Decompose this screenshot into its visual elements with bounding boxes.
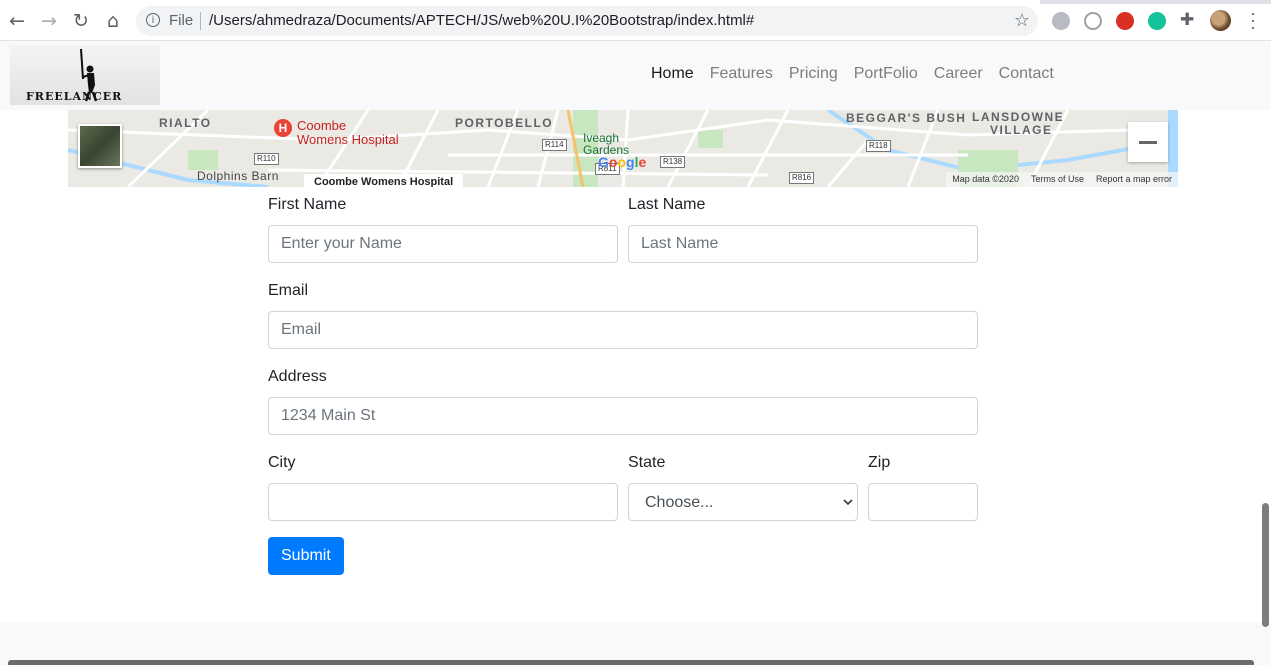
brand-name: FREELANCER	[26, 90, 123, 103]
nav-portfolio[interactable]: PortFolio	[854, 65, 918, 83]
navbar: FREELANCER Home Features Pricing PortFol…	[0, 41, 1271, 110]
file-label: File	[169, 12, 194, 29]
map-footer: Map data ©2020 Terms of Use Report a map…	[946, 172, 1178, 187]
hospital-marker-icon[interactable]: H	[274, 119, 292, 137]
puzzle-icon[interactable]: ✚	[1180, 10, 1194, 30]
map-label-rialto: RIALTO	[159, 116, 212, 130]
first-name-input[interactable]	[268, 225, 618, 263]
map-label-beggars-bush: BEGGAR'S BUSH	[846, 111, 967, 125]
home-icon[interactable]: ⌂	[102, 10, 124, 32]
map-label-lansdowne: LANSDOWNE	[972, 110, 1065, 124]
minus-icon	[1139, 141, 1157, 144]
brand-logo[interactable]: FREELANCER	[10, 45, 160, 105]
forward-icon[interactable]: →	[38, 10, 60, 32]
google-map[interactable]: RIALTO PORTOBELLO BEGGAR'S BUSH LANSDOWN…	[68, 110, 1178, 187]
hospital-name-line2: Womens Hospital	[297, 132, 399, 147]
nav-links: Home Features Pricing PortFolio Career C…	[651, 65, 1054, 83]
google-logo: Google	[598, 154, 647, 170]
map-label-portobello: PORTOBELLO	[455, 116, 554, 130]
road-badge: R816	[789, 172, 815, 184]
map-info-tooltip: Coombe Womens Hospital	[304, 174, 464, 187]
nav-pricing[interactable]: Pricing	[789, 65, 838, 83]
satellite-toggle[interactable]	[78, 124, 122, 168]
state-label: State	[628, 454, 666, 471]
road-badge: R114	[542, 139, 567, 151]
active-tab[interactable]	[0, 0, 1040, 4]
avatar[interactable]	[1210, 10, 1231, 31]
map-label-village: VILLAGE	[990, 123, 1053, 137]
submit-button[interactable]: Submit	[268, 537, 344, 575]
zoom-out-button[interactable]	[1128, 122, 1168, 162]
star-icon[interactable]: ☆	[1014, 10, 1030, 31]
last-name-label: Last Name	[628, 196, 706, 213]
first-name-label: First Name	[268, 196, 347, 213]
nav-contact[interactable]: Contact	[999, 65, 1054, 83]
address-bar[interactable]: i File /Users/ahmedraza/Documents/APTECH…	[136, 6, 1038, 36]
reload-icon[interactable]: ↻	[70, 10, 92, 32]
email-input[interactable]	[268, 311, 978, 349]
city-input[interactable]	[268, 483, 618, 521]
zip-label: Zip	[868, 454, 891, 471]
zip-input[interactable]	[868, 483, 978, 521]
url-text[interactable]: /Users/ahmedraza/Documents/APTECH/JS/web…	[209, 12, 754, 29]
extension-icon[interactable]	[1052, 12, 1070, 30]
chevron-down-icon	[843, 499, 853, 506]
report-map-error-link[interactable]: Report a map error	[1096, 174, 1172, 185]
road-badge: R118	[866, 140, 891, 152]
menu-icon[interactable]: · · ·	[1246, 4, 1260, 36]
nav-home[interactable]: Home	[651, 65, 694, 83]
terms-of-use-link[interactable]: Terms of Use	[1031, 174, 1084, 185]
nav-career[interactable]: Career	[934, 65, 983, 83]
tab-strip	[0, 0, 1271, 4]
map-data-credit: Map data ©2020	[952, 174, 1019, 184]
address-label: Address	[268, 368, 327, 385]
red-extension-icon[interactable]	[1116, 12, 1134, 30]
city-label: City	[268, 454, 296, 471]
footer-section	[0, 622, 1271, 665]
browser-toolbar: ← → ↻ ⌂ i File /Users/ahmedraza/Document…	[0, 0, 1271, 41]
road-badge: R138	[660, 156, 686, 168]
road-badge: R110	[254, 153, 279, 165]
back-icon[interactable]: ←	[6, 10, 28, 32]
hospital-name-line1: Coombe	[297, 118, 347, 133]
page-scrollbar[interactable]	[1262, 503, 1269, 627]
map-label-dolphins-barn: Dolphins Barn	[197, 169, 279, 183]
map-poi-hospital[interactable]: Coombe Womens Hospital	[297, 119, 399, 147]
address-input[interactable]	[268, 397, 978, 435]
footer-bar	[8, 660, 1254, 665]
compass-extension-icon[interactable]	[1084, 12, 1102, 30]
nav-features[interactable]: Features	[710, 65, 773, 83]
map-poi-iveagh-gardens[interactable]: Iveagh Gardens	[583, 132, 629, 156]
last-name-input[interactable]	[628, 225, 978, 263]
info-icon[interactable]: i	[146, 13, 160, 27]
grammarly-icon[interactable]	[1148, 12, 1166, 30]
email-label: Email	[268, 282, 309, 299]
omnibox-divider	[200, 12, 201, 30]
state-select[interactable]: Choose...	[628, 483, 858, 521]
